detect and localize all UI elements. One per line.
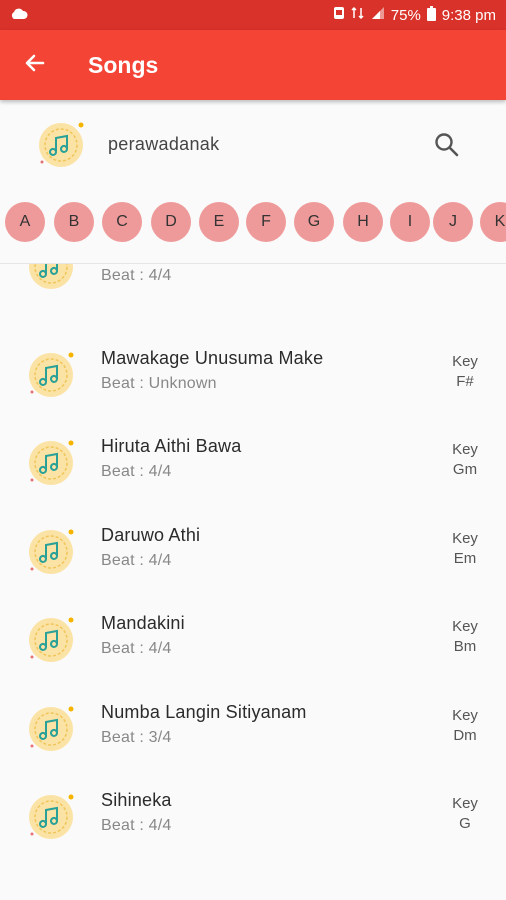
list-item[interactable]: Sihineka Beat : 4/4 Key G: [0, 770, 506, 858]
song-title: Mawakage Unusuma Make: [101, 348, 324, 368]
alpha-g-button[interactable]: G: [294, 202, 334, 242]
music-note-icon: [24, 525, 78, 579]
song-key: Key G: [440, 794, 490, 834]
back-button[interactable]: [0, 30, 70, 100]
arrow-left-icon: [23, 51, 47, 80]
alpha-d-button[interactable]: D: [151, 202, 191, 242]
key-value: F#: [456, 373, 474, 390]
key-label: Key: [452, 441, 478, 458]
alpha-i-button[interactable]: I: [390, 202, 430, 242]
song-beat: Beat : 4/4: [101, 640, 172, 657]
song-beat: Beat : 4/4: [101, 267, 172, 284]
song-beat: Beat : 3/4: [101, 729, 172, 746]
alpha-j-button[interactable]: J: [433, 202, 473, 242]
status-bar: 75% 9:38 pm: [0, 0, 506, 30]
key-value: Em: [453, 550, 477, 567]
song-beat: Beat : 4/4: [101, 817, 172, 834]
alpha-k-button[interactable]: K: [480, 202, 506, 242]
list-item[interactable]: Numba Langin Sitiyanam Beat : 3/4 Key Dm: [0, 682, 506, 770]
key-value: G: [459, 815, 471, 832]
key-label: Key: [452, 795, 478, 812]
data-arrows-icon: [351, 6, 365, 24]
key-value: Bm: [453, 638, 477, 655]
page-title: Songs: [88, 51, 159, 78]
song-beat: Beat : Unknown: [101, 375, 217, 392]
clock: 9:38 pm: [441, 6, 496, 24]
music-note-icon: [24, 702, 78, 756]
search-bar: [0, 100, 506, 188]
list-item[interactable]: Beat : 4/4 F#: [0, 264, 506, 308]
alpha-f-button[interactable]: F: [246, 202, 286, 242]
song-key: Key F#: [440, 352, 490, 392]
list-item[interactable]: Hiruta Aithi Bawa Beat : 4/4 Key Gm: [0, 416, 506, 504]
key-label: Key: [452, 530, 478, 547]
status-indicators: 75% 9:38 pm: [333, 5, 496, 25]
list-item[interactable]: Mandakini Beat : 4/4 Key Bm: [0, 593, 506, 681]
song-key: Key Dm: [440, 706, 490, 746]
search-input[interactable]: [108, 126, 408, 162]
song-title: Mandakini: [101, 613, 185, 633]
song-title: Hiruta Aithi Bawa: [101, 436, 242, 456]
song-title: Daruwo Athi: [101, 525, 201, 545]
song-title: Sihineka: [101, 790, 172, 810]
song-key: Key Bm: [440, 617, 490, 657]
key-value: Gm: [452, 461, 478, 478]
key-label: Key: [452, 353, 478, 370]
music-note-icon: [24, 436, 78, 490]
alpha-a-button[interactable]: A: [5, 202, 45, 242]
song-title: Numba Langin Sitiyanam: [101, 702, 307, 722]
music-note-icon: [24, 264, 78, 294]
alpha-e-button[interactable]: E: [199, 202, 239, 242]
battery-percent: 75%: [390, 6, 421, 24]
song-list: Beat : 4/4 F# Mawakage Unusuma Make Beat…: [0, 264, 506, 900]
app-bar: Songs: [0, 30, 506, 100]
key-label: Key: [452, 707, 478, 724]
song-beat: Beat : 4/4: [101, 463, 172, 480]
key-value: Dm: [453, 727, 477, 744]
list-item[interactable]: Daruwo Athi Beat : 4/4 Key Em: [0, 505, 506, 593]
alpha-b-button[interactable]: B: [54, 202, 94, 242]
music-note-icon: [34, 118, 88, 172]
cloud-icon: [10, 7, 28, 24]
music-note-icon: [24, 790, 78, 844]
search-icon[interactable]: [432, 130, 462, 160]
battery-icon: [426, 5, 436, 25]
notification-icon: [333, 6, 345, 24]
song-beat: Beat : 4/4: [101, 552, 172, 569]
music-note-icon: [24, 348, 78, 402]
alpha-c-button[interactable]: C: [102, 202, 142, 242]
song-key: Key Em: [440, 529, 490, 569]
list-item[interactable]: Mawakage Unusuma Make Beat : Unknown Key…: [0, 328, 506, 416]
music-note-icon: [24, 613, 78, 667]
alphabet-filter: A B C D E F G H I J K: [0, 196, 506, 246]
alpha-h-button[interactable]: H: [343, 202, 383, 242]
key-label: Key: [452, 618, 478, 635]
song-key: Key Gm: [440, 440, 490, 480]
signal-icon: [371, 6, 385, 24]
